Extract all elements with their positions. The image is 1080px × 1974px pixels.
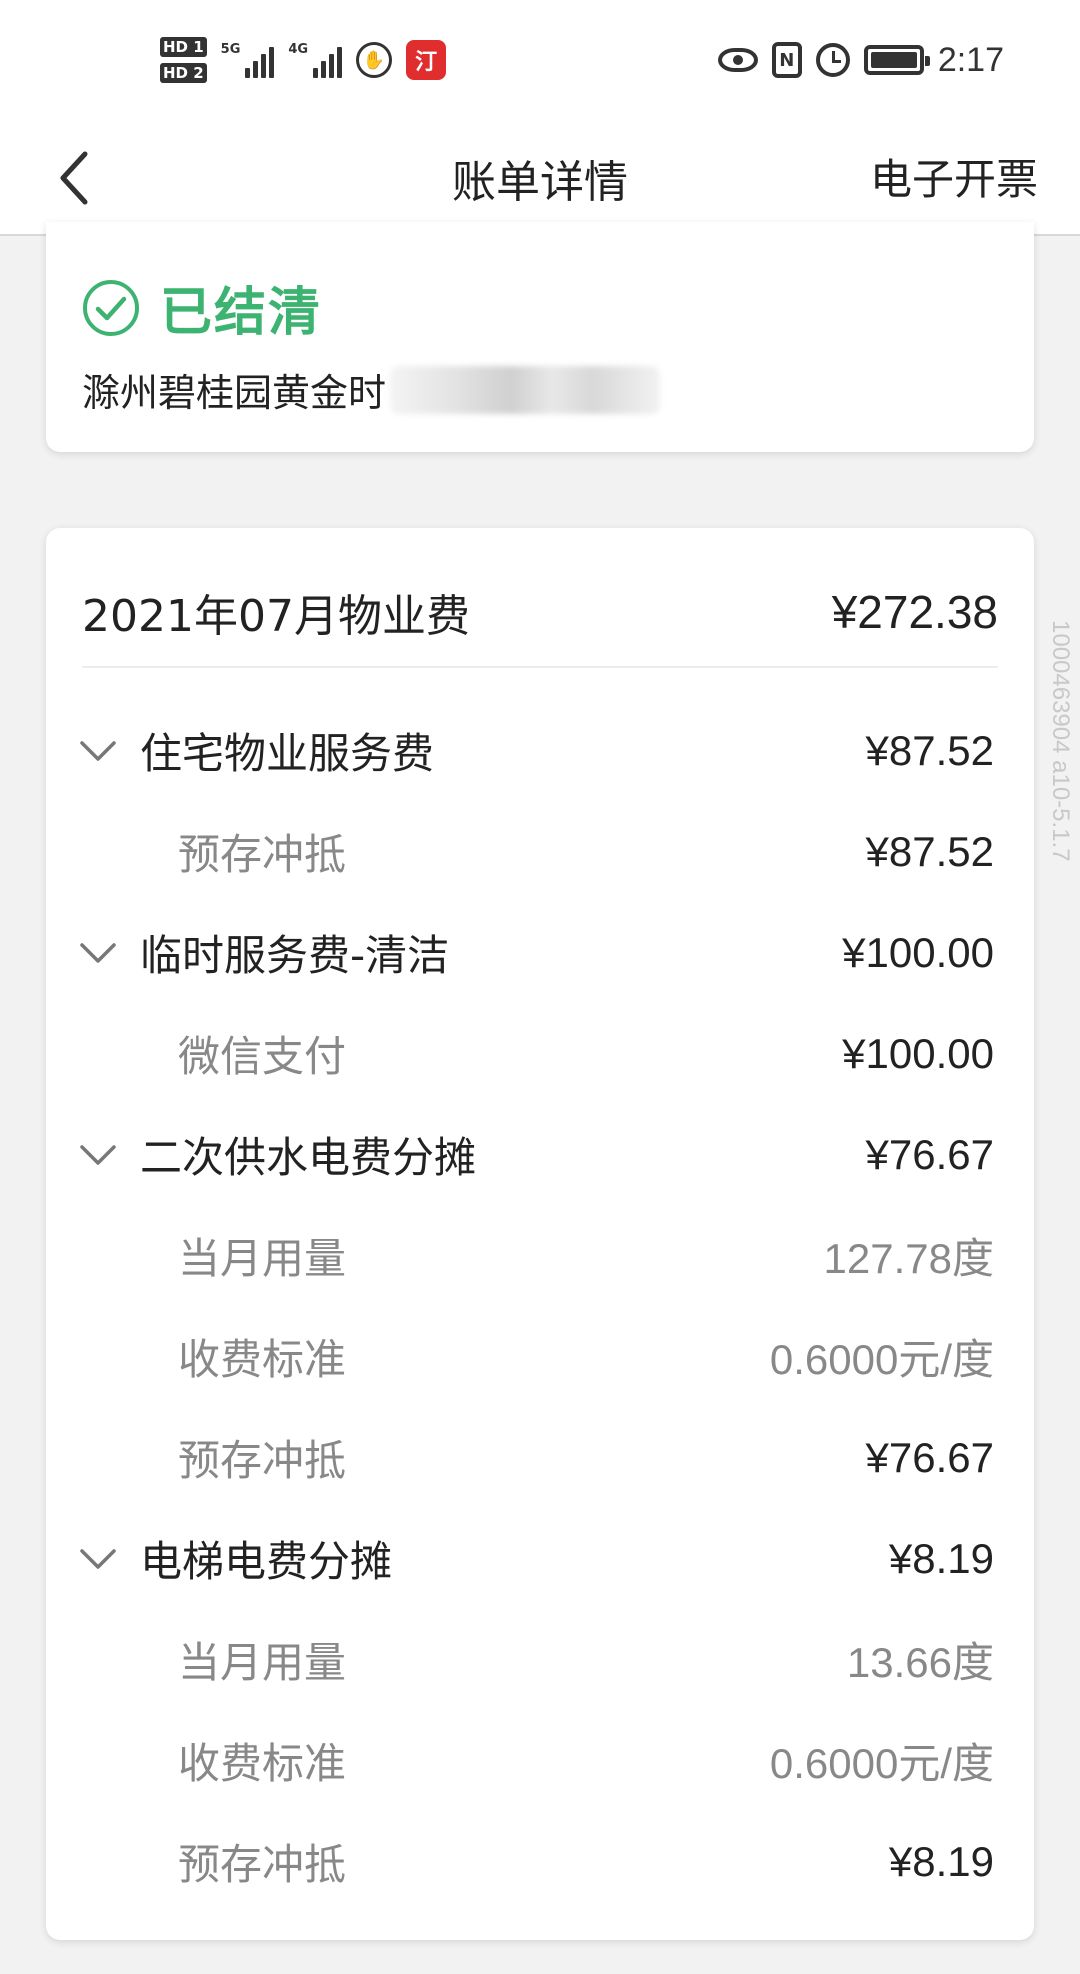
status-row: 已结清 [82,270,322,345]
fee-detail-value: ¥8.19 [888,1837,994,1885]
fee-group-label: 住宅物业服务费 [140,729,435,778]
bill-total: ¥272.38 [831,586,998,638]
fee-detail-row: 预存冲抵 ¥87.52 [76,801,994,902]
chevron-down-icon[interactable] [76,1140,120,1170]
watermark: 1000463904 a10-5.1.7 [1047,620,1074,862]
fee-detail-label: 当月用量 [178,1234,347,1283]
nfc-icon: N [771,42,802,78]
fee-group-label: 临时服务费-清洁 [140,931,450,980]
chevron-down-icon[interactable] [76,736,120,766]
address-text: 滁州碧桂园黄金时 [82,371,387,415]
check-circle-icon [83,279,139,336]
network-type-label: 4G [288,42,309,57]
fee-detail-value: ¥100.00 [842,1029,994,1077]
status-card: 已结清 滁州碧桂园黄金时 [46,222,1034,452]
fee-detail-label: 预存冲抵 [178,1840,347,1889]
bill-items: 住宅物业服务费 ¥87.52 预存冲抵 ¥87.52 临时服务费-清洁 ¥100.00 微信… [76,700,994,1912]
fee-group-row[interactable]: 临时服务费-清洁 ¥100.00 [76,902,994,1003]
hand-icon: ✋ [356,42,393,78]
nav-header: 账单详情 电子开票 [0,120,1080,236]
clock: 2:17 [937,40,1004,79]
fee-detail-row: 当月用量 127.78度 [76,1205,994,1306]
property-address: 滁州碧桂园黄金时 [82,362,661,417]
fee-detail-value: 0.6000元/度 [769,1336,994,1383]
fee-group-row[interactable]: 二次供水电费分摊 ¥76.67 [76,1104,994,1205]
status-bar: HD 1 HD 2 5G 4G ✋ 汀 N 2:17 [0,0,1080,120]
e-invoice-button[interactable]: 电子开票 [870,146,1038,207]
fee-group-amount: ¥87.52 [865,726,994,774]
fee-detail-value: ¥76.67 [865,1433,994,1481]
hd-indicators: HD 1 HD 2 [160,37,207,83]
fee-detail-label: 微信支付 [178,1032,347,1081]
fee-detail-row: 收费标准 0.6000元/度 [76,1306,994,1407]
fee-group-left: 住宅物业服务费 [76,720,434,781]
fee-group-left: 电梯电费分摊 [76,1528,392,1589]
fee-detail-label: 当月用量 [178,1638,347,1687]
hd2-badge: HD 2 [160,63,207,83]
fee-detail-label: 预存冲抵 [178,830,347,879]
fee-detail-label: 收费标准 [178,1335,347,1384]
signal-4g-icon: 4G [288,42,343,78]
paid-status-label: 已结清 [160,283,323,343]
fee-group-label: 二次供水电费分摊 [140,1133,477,1182]
fee-group-label: 电梯电费分摊 [140,1537,393,1586]
fee-group-left: 临时服务费-清洁 [76,922,449,983]
fee-detail-row: 预存冲抵 ¥8.19 [76,1811,994,1912]
eye-icon [717,48,758,72]
signal-5g-icon: 5G [221,42,275,78]
battery-icon [863,45,930,75]
fee-detail-value: 0.6000元/度 [769,1740,994,1787]
network-type-label: 5G [220,42,241,57]
alarm-icon [815,43,850,77]
app-notification-icon: 汀 [406,40,447,80]
fee-detail-label: 收费标准 [178,1739,347,1788]
fee-group-amount: ¥100.00 [842,928,994,976]
fee-detail-row: 预存冲抵 ¥76.67 [76,1407,994,1508]
bill-card: 2021年07月物业费 ¥272.38 住宅物业服务费 ¥87.52 预存冲抵 ¥87… [46,528,1034,1940]
status-bar-right: N 2:17 [717,30,1004,90]
chevron-down-icon[interactable] [76,938,120,968]
fee-group-left: 二次供水电费分摊 [76,1124,476,1185]
fee-group-row[interactable]: 住宅物业服务费 ¥87.52 [76,700,994,801]
fee-detail-row: 当月用量 13.66度 [76,1609,994,1710]
fee-group-row[interactable]: 电梯电费分摊 ¥8.19 [76,1508,994,1609]
bill-title: 2021年07月物业费 [82,591,470,642]
bill-header: 2021年07月物业费 ¥272.38 [82,586,998,668]
redacted-address [390,365,661,414]
fee-detail-row: 收费标准 0.6000元/度 [76,1710,994,1811]
status-bar-left: HD 1 HD 2 5G 4G ✋ 汀 [160,30,447,90]
hd1-badge: HD 1 [160,37,207,57]
fee-group-amount: ¥76.67 [865,1130,994,1178]
chevron-down-icon[interactable] [76,1544,120,1574]
fee-detail-label: 预存冲抵 [178,1436,347,1485]
fee-group-amount: ¥8.19 [888,1534,994,1582]
fee-detail-value: 13.66度 [846,1639,994,1686]
fee-detail-row: 微信支付 ¥100.00 [76,1003,994,1104]
fee-detail-value: 127.78度 [823,1235,994,1282]
fee-detail-value: ¥87.52 [865,827,994,875]
